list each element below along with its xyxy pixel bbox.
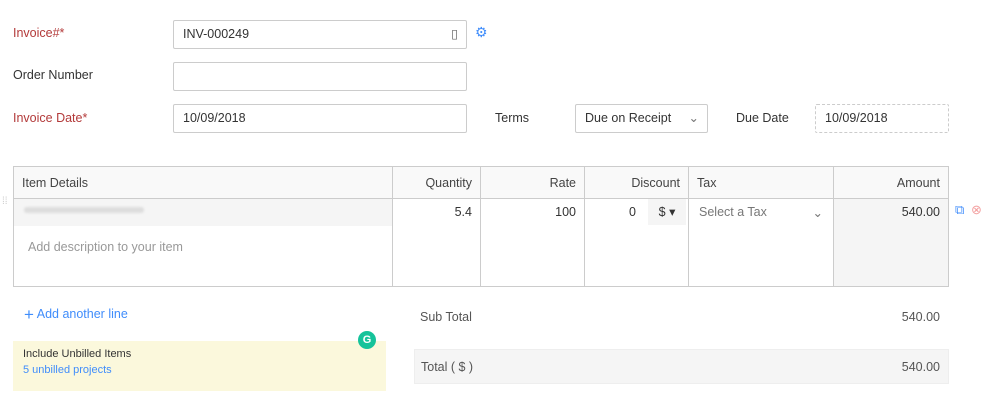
add-another-line-button[interactable]: + Add another line xyxy=(24,305,128,325)
order-number-input[interactable] xyxy=(173,62,467,91)
invoice-number-value: INV-000249 xyxy=(183,27,250,41)
header-amount: Amount xyxy=(833,166,949,199)
total-row: Total ( $ ) 540.00 xyxy=(414,349,949,384)
unbilled-title: Include Unbilled Items xyxy=(23,348,132,360)
plus-icon: + xyxy=(24,305,34,324)
header-item-details: Item Details xyxy=(13,166,393,199)
table-row: Add description to your item 5.4 100 0 $… xyxy=(13,198,949,287)
invoice-date-label: Invoice Date* xyxy=(13,111,88,125)
header-rate: Rate xyxy=(480,166,585,199)
invoice-number-label: Invoice#* xyxy=(13,26,65,40)
rate-cell[interactable]: 100 xyxy=(480,198,585,287)
remove-icon[interactable]: ⊗ xyxy=(971,202,982,218)
copy-icon[interactable]: ⧉ xyxy=(955,202,964,218)
discount-value[interactable]: 0 xyxy=(629,199,648,225)
due-date-label: Due Date xyxy=(736,111,789,125)
item-details-cell[interactable]: Add description to your item xyxy=(13,198,393,287)
chevron-down-icon: ⌄ xyxy=(812,206,823,220)
invoice-number-input[interactable]: INV-000249 ▯ xyxy=(173,20,467,49)
items-table: Item Details Quantity Rate Discount Tax … xyxy=(13,166,949,287)
terms-select[interactable]: Due on Receipt ⌄ xyxy=(575,104,708,133)
header-discount: Discount xyxy=(584,166,689,199)
terms-value: Due on Receipt xyxy=(585,111,672,125)
unbilled-items-panel: Include Unbilled Items 5 unbilled projec… xyxy=(13,341,386,391)
quantity-cell[interactable]: 5.4 xyxy=(392,198,481,287)
sub-total-value: 540.00 xyxy=(901,310,940,324)
drag-handle-icon[interactable]: ⁞⁞ xyxy=(2,197,8,207)
invoice-date-input[interactable]: 10/09/2018 xyxy=(173,104,467,133)
sub-total-label: Sub Total xyxy=(420,310,472,324)
discount-unit-select[interactable]: $ ▾ xyxy=(648,199,686,225)
order-number-label: Order Number xyxy=(13,68,93,82)
tax-select[interactable]: Select a Tax ⌄ xyxy=(688,198,834,287)
item-name-field[interactable] xyxy=(14,199,392,226)
header-tax: Tax xyxy=(688,166,834,199)
total-value: 540.00 xyxy=(901,360,940,374)
document-icon[interactable]: ▯ xyxy=(451,21,458,48)
unbilled-projects-link[interactable]: 5 unbilled projects xyxy=(23,364,376,376)
due-date-input[interactable]: 10/09/2018 xyxy=(815,104,949,133)
terms-label: Terms xyxy=(495,111,530,125)
discount-cell[interactable]: 0 $ ▾ xyxy=(584,198,689,287)
item-description-field[interactable]: Add description to your item xyxy=(14,226,392,268)
gear-icon[interactable]: ⚙ xyxy=(475,24,488,41)
amount-cell: 540.00 xyxy=(833,198,949,287)
grammarly-icon[interactable]: G xyxy=(358,331,376,349)
chevron-down-icon: ⌄ xyxy=(688,111,699,125)
header-quantity: Quantity xyxy=(392,166,481,199)
total-label: Total ( $ ) xyxy=(421,360,474,374)
